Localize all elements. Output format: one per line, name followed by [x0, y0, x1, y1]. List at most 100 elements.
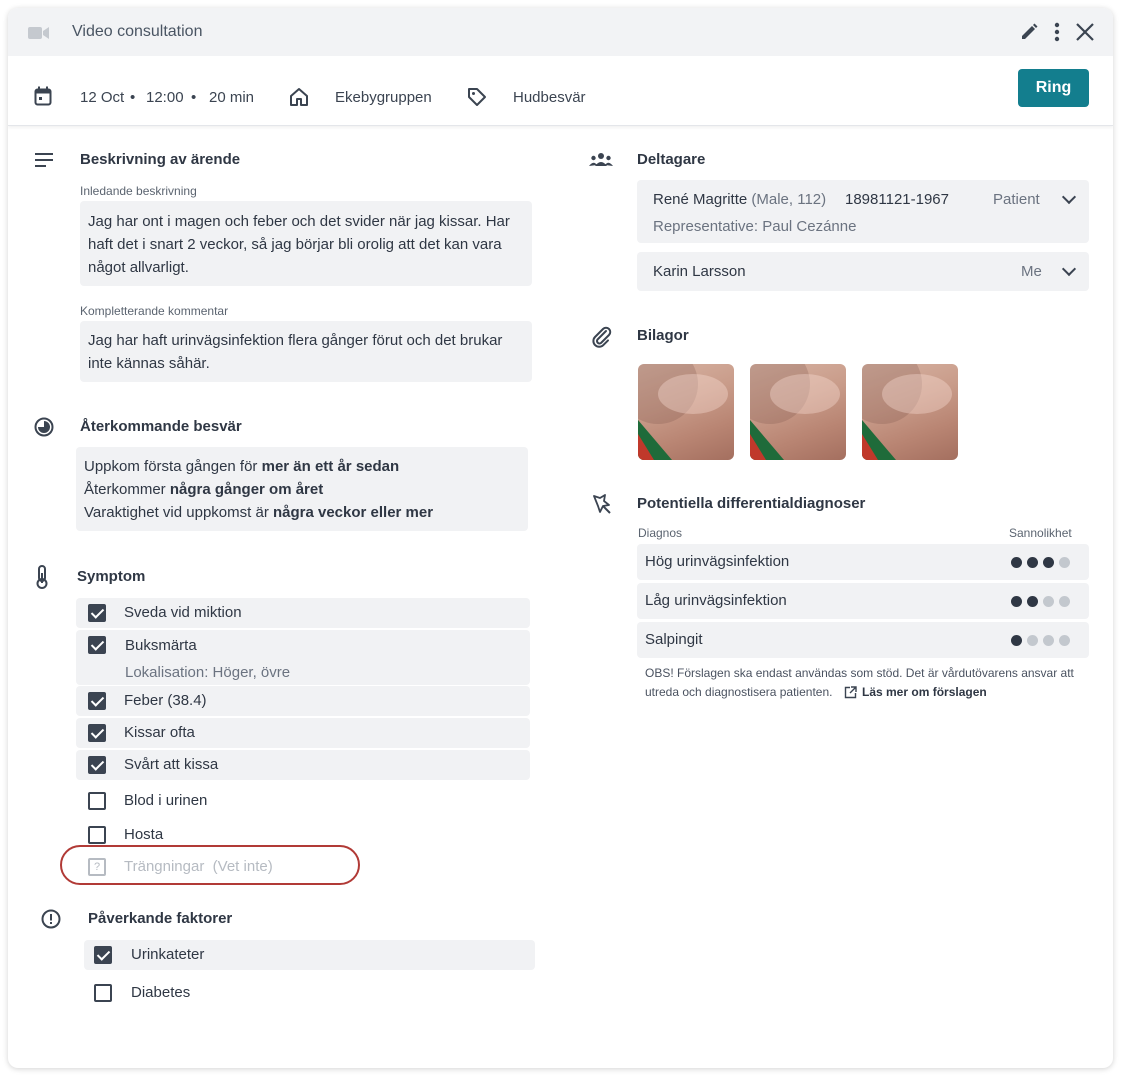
probability-dot	[1011, 635, 1022, 646]
chevron-down-icon[interactable]	[1061, 261, 1077, 277]
checkbox[interactable]	[88, 692, 106, 710]
patient-personal-number: 18981121-1967	[845, 191, 949, 208]
separator: •	[130, 89, 136, 106]
read-more-link[interactable]: Läs mer om förslagen	[862, 685, 987, 699]
probability-dot	[1043, 635, 1054, 646]
symptom-row[interactable]: Blod i urinen	[76, 786, 530, 816]
thermometer-icon	[35, 565, 49, 594]
factor-row[interactable]: Diabetes	[84, 978, 535, 1008]
checkbox[interactable]	[94, 946, 112, 964]
clinic-name: Ekebygruppen	[335, 89, 432, 106]
symptom-row[interactable]: Feber (38.4)	[76, 686, 530, 716]
people-icon	[589, 152, 613, 171]
probability-dot	[1011, 596, 1022, 607]
ring-button[interactable]: Ring	[1018, 69, 1089, 107]
diagnoses-title: Potentiella differentialdiagnoser	[637, 495, 866, 512]
probability-dot	[1027, 635, 1038, 646]
probability-dot	[1027, 557, 1038, 568]
calendar-icon	[34, 86, 52, 111]
probability-dot	[1059, 635, 1070, 646]
disclaimer-text: OBS! Förslagen ska endast användas som s…	[645, 666, 1074, 680]
participants-title: Deltagare	[637, 151, 706, 168]
external-link-icon[interactable]	[844, 686, 857, 704]
symptoms-title: Symptom	[77, 568, 146, 585]
representative: Representative: Paul Cezánne	[653, 218, 857, 235]
checkbox[interactable]	[88, 636, 106, 654]
factor-row[interactable]: Urinkateter	[84, 940, 535, 970]
staff-role: Me	[1021, 263, 1042, 280]
magic-wand-icon	[592, 494, 612, 519]
complement-comment-box: Jag har haft urinvägsinfektion flera gån…	[80, 321, 532, 382]
factors-title: Påverkande faktorer	[88, 910, 233, 927]
appointment-time: 12:00	[146, 89, 184, 106]
probability-dot	[1027, 596, 1038, 607]
recurring-line-duration: Varaktighet vid uppkomst är några veckor…	[84, 504, 434, 521]
window-title: Video consultation	[72, 23, 203, 40]
recurring-box: Uppkom första gången för mer än ett år s…	[76, 447, 528, 531]
symptom-row[interactable]: Svårt att kissa	[76, 750, 530, 780]
probability-dot	[1043, 557, 1054, 568]
attachments-title: Bilagor	[637, 327, 689, 344]
checkbox[interactable]	[88, 756, 106, 774]
probability-dot	[1059, 557, 1070, 568]
symptom-label: Buksmärta	[125, 637, 197, 654]
description-title: Beskrivning av ärende	[80, 151, 241, 168]
probability-dot	[1043, 596, 1054, 607]
diagnosis-name: Salpingit	[645, 631, 703, 648]
diagnosis-name: Hög urinvägsinfektion	[645, 553, 790, 570]
diagnosis-row: Låg urinvägsinfektion	[637, 583, 1089, 619]
initial-description-box: Jag har ont i magen och feber och det sv…	[80, 201, 532, 286]
attachment-thumbnail[interactable]	[862, 364, 958, 460]
separator: •	[191, 89, 197, 106]
consultation-card: Video consultation 12 Oct • 12:00 • 20 m…	[8, 8, 1113, 1068]
symptom-row[interactable]: Buksmärta Lokalisation: Höger, övre	[76, 630, 530, 685]
diagnosis-row: Salpingit	[637, 622, 1089, 658]
diagnosis-name: Låg urinvägsinfektion	[645, 592, 787, 609]
attachment-thumbnail[interactable]	[638, 364, 734, 460]
appointment-date: 12 Oct	[80, 89, 125, 106]
attachment-thumbnail[interactable]	[750, 364, 846, 460]
participant-staff[interactable]: Karin Larsson Me	[637, 252, 1089, 291]
chevron-down-icon[interactable]	[1061, 189, 1077, 205]
recurring-line-onset: Uppkom första gången för mer än ett år s…	[84, 458, 400, 475]
symptom-row[interactable]: Sveda vid miktion	[76, 598, 530, 628]
symptom-label: Blod i urinen	[124, 792, 208, 809]
recurring-clock-icon	[34, 417, 54, 442]
symptom-label: Sveda vid miktion	[124, 604, 242, 621]
symptom-label: Feber (38.4)	[124, 692, 207, 709]
diagnosis-column-header: Diagnos	[638, 526, 683, 540]
factor-label: Diabetes	[131, 984, 191, 1001]
probability-column-header: Sannolikhet	[1009, 526, 1072, 540]
info-bar: 12 Oct • 12:00 • 20 min Ekebygruppen Hud…	[8, 56, 1113, 126]
recurring-title: Återkommande besvär	[80, 418, 242, 435]
factor-label: Urinkateter	[131, 946, 205, 963]
participant-patient[interactable]: René Magritte (Male, 112) 18981121-1967 …	[637, 180, 1089, 243]
checkbox[interactable]	[88, 792, 106, 810]
symptom-row[interactable]: Kissar ofta	[76, 718, 530, 748]
tag-icon	[467, 87, 487, 112]
initial-description-label: Inledande beskrivning	[80, 184, 197, 198]
paperclip-icon	[591, 326, 613, 353]
alert-circle-icon	[41, 909, 61, 934]
staff-name: Karin Larsson	[653, 263, 746, 280]
close-icon[interactable]	[1074, 21, 1096, 43]
symptom-label: Kissar ofta	[124, 724, 195, 741]
recurring-line-frequency: Återkommer några gånger om året	[84, 481, 324, 498]
checkbox[interactable]	[88, 604, 106, 622]
patient-role: Patient	[993, 191, 1040, 208]
checkbox[interactable]	[88, 724, 106, 742]
more-vertical-icon[interactable]	[1046, 21, 1068, 43]
case-category: Hudbesvär	[513, 89, 586, 106]
pencil-icon[interactable]	[1018, 21, 1040, 43]
symptom-detail: Lokalisation: Höger, övre	[125, 664, 291, 681]
home-icon	[289, 87, 309, 112]
highlight-annotation	[60, 845, 360, 885]
probability-dot	[1011, 557, 1022, 568]
checkbox[interactable]	[94, 984, 112, 1002]
diagnosis-row: Hög urinvägsinfektion	[637, 544, 1089, 580]
checkbox[interactable]	[88, 826, 106, 844]
disclaimer-text: utreda och diagnostisera patienten.	[645, 685, 833, 699]
complement-comment-label: Kompletterande kommentar	[80, 304, 229, 318]
appointment-duration: 20 min	[209, 89, 255, 106]
patient-name: René Magritte (Male, 112)	[653, 191, 827, 208]
